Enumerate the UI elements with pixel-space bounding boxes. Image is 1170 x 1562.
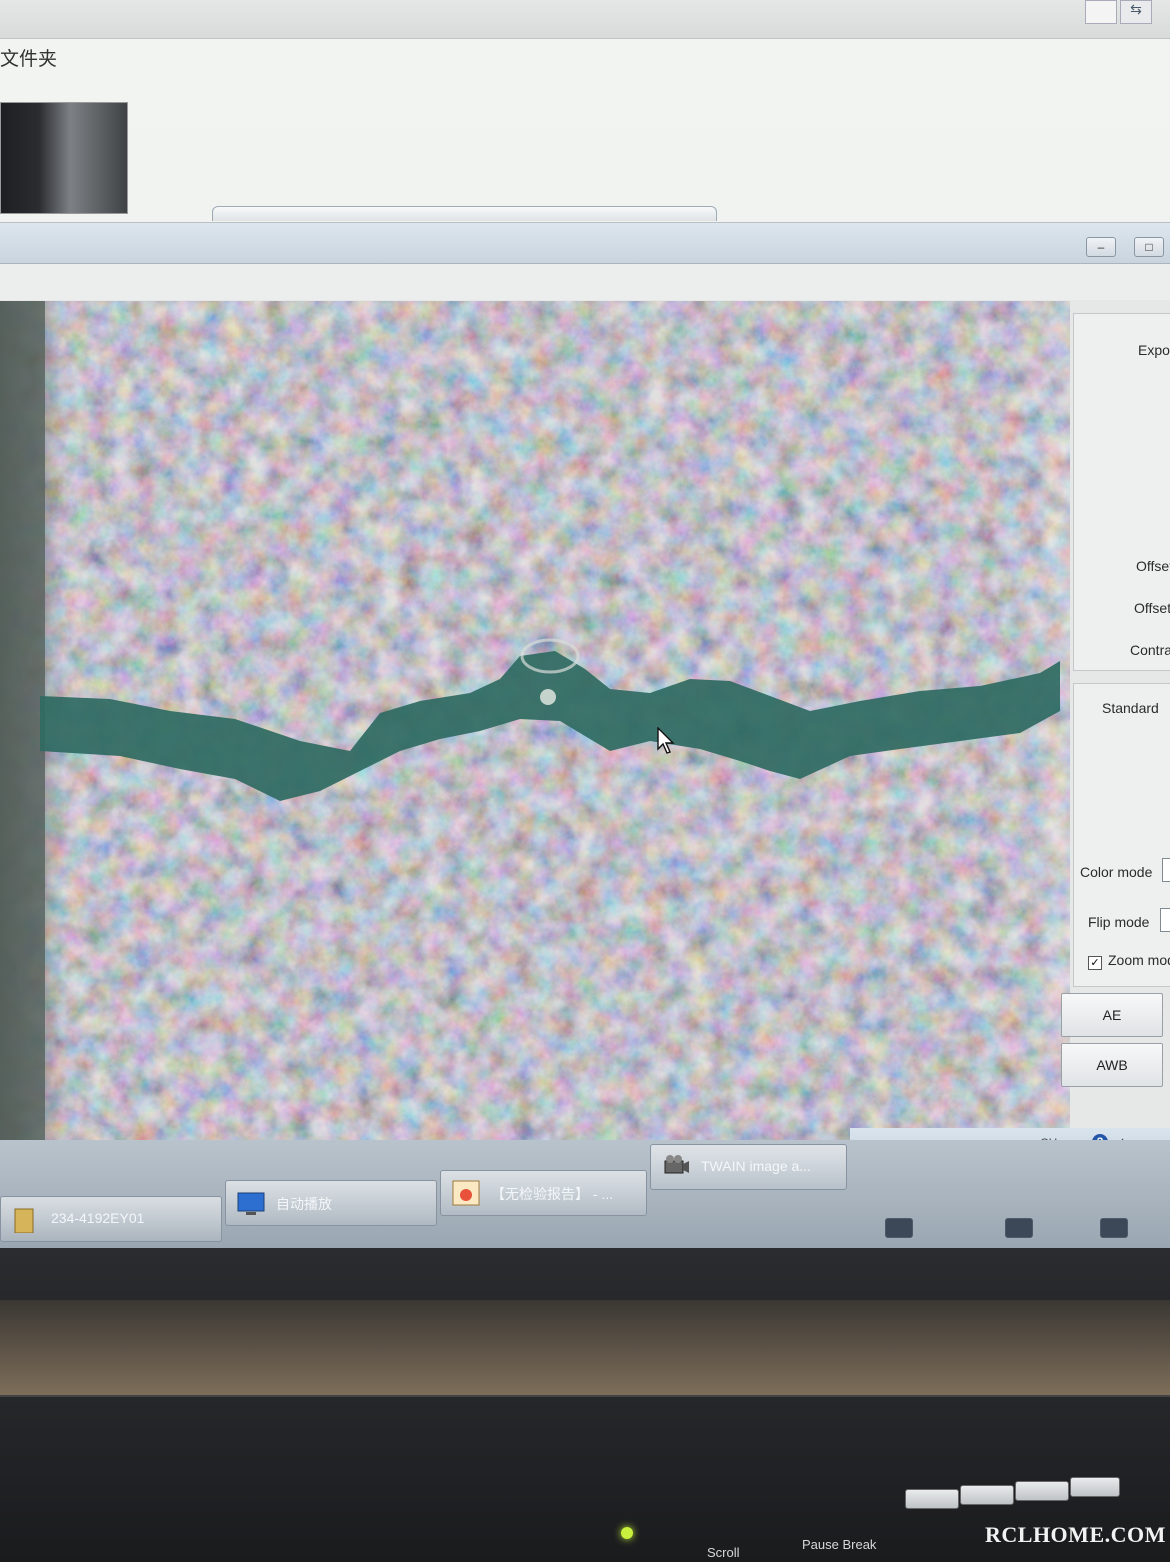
- taskbar-item-autoplay[interactable]: 自动播放: [225, 1180, 437, 1226]
- scroll-lock-label: Scroll: [707, 1545, 740, 1560]
- folder-thumbnail[interactable]: [0, 102, 128, 214]
- address-combo[interactable]: [1085, 0, 1117, 24]
- camera-icon: [661, 1153, 691, 1181]
- taskbar-item-folder[interactable]: 234-4192EY01: [0, 1196, 222, 1242]
- flip-mode-label: Flip mode: [1088, 914, 1150, 930]
- image-viewer-icon: [451, 1179, 481, 1207]
- pause-break-label: Pause Break: [802, 1537, 877, 1552]
- brightness-icon[interactable]: [1100, 1218, 1128, 1238]
- taskbar-item-report[interactable]: 【无检验报告】 - ...: [440, 1170, 647, 1216]
- keyboard-key[interactable]: [1070, 1477, 1120, 1497]
- menubar: [0, 264, 1170, 300]
- folder-icon: [11, 1205, 41, 1234]
- keyboard-key[interactable]: [960, 1485, 1014, 1505]
- minimize-icon[interactable]: –: [1086, 237, 1116, 257]
- exposure-label: Expo: [1138, 342, 1170, 358]
- num-lock-led: [621, 1527, 633, 1539]
- offset-label-1: Offset: [1136, 558, 1170, 574]
- taskbar: 234-4192EY01 自动播放 【无检验报告】 - ... TWAIN im…: [0, 1140, 1170, 1248]
- watermark: RCLHOME.COM: [985, 1522, 1166, 1547]
- specimen-edge: [0, 301, 45, 1163]
- refresh-icon[interactable]: ⇆: [1120, 0, 1152, 24]
- mouse-cursor-icon: [657, 726, 675, 760]
- monitor-input-button[interactable]: [885, 1218, 913, 1238]
- monitor-icon: [236, 1189, 266, 1217]
- zoom-mode-checkbox[interactable]: ✓: [1088, 956, 1102, 970]
- taskbar-item-twain[interactable]: TWAIN image a...: [650, 1144, 847, 1190]
- contrast-label: Contra: [1130, 642, 1170, 658]
- maximize-icon[interactable]: □: [1134, 237, 1164, 257]
- awb-button[interactable]: AWB: [1061, 1043, 1163, 1087]
- taskbar-item-label: 234-4192EY01: [51, 1210, 145, 1226]
- keyboard-key[interactable]: [1015, 1481, 1069, 1501]
- exposure-group: Expo Offset Offset Contra: [1073, 313, 1170, 671]
- twain-capture-window: – □ Expo Offset Offset Contra Standard C…: [0, 222, 1170, 1223]
- folder-label: 文件夹: [0, 49, 58, 70]
- specimen-image: [0, 301, 1070, 1163]
- keyboard-key[interactable]: [905, 1489, 959, 1509]
- monitor-screen: ⇆ 文件夹 – □ Expo Offset Offset Contra Stan…: [0, 0, 1170, 1290]
- explorer-toolbar: ⇆: [0, 0, 1170, 39]
- taskbar-item-label: 自动播放: [276, 1196, 332, 1212]
- zoom-mode-label: Zoom mod: [1108, 952, 1170, 968]
- color-mode-select[interactable]: [1162, 858, 1170, 882]
- window-tab[interactable]: [212, 206, 717, 221]
- microscope-video-feed: [0, 301, 1070, 1163]
- monitor-menu-button[interactable]: [1005, 1218, 1033, 1238]
- color-mode-label: Color mode: [1080, 864, 1153, 880]
- window-titlebar: – □: [0, 223, 1170, 264]
- standard-label: Standard: [1102, 700, 1159, 716]
- offset-label-2: Offset: [1134, 600, 1170, 616]
- color-settings-group: Standard Color mode Flip mode ✓ Zoom mod: [1073, 683, 1170, 987]
- camera-settings-panel: Expo Offset Offset Contra Standard Color…: [1061, 313, 1170, 1153]
- flip-mode-select[interactable]: [1160, 908, 1170, 932]
- taskbar-item-label: 【无检验报告】 - ...: [491, 1186, 614, 1202]
- bright-spot: [540, 689, 556, 705]
- taskbar-item-label: TWAIN image a...: [701, 1158, 811, 1174]
- ae-button[interactable]: AE: [1061, 993, 1163, 1037]
